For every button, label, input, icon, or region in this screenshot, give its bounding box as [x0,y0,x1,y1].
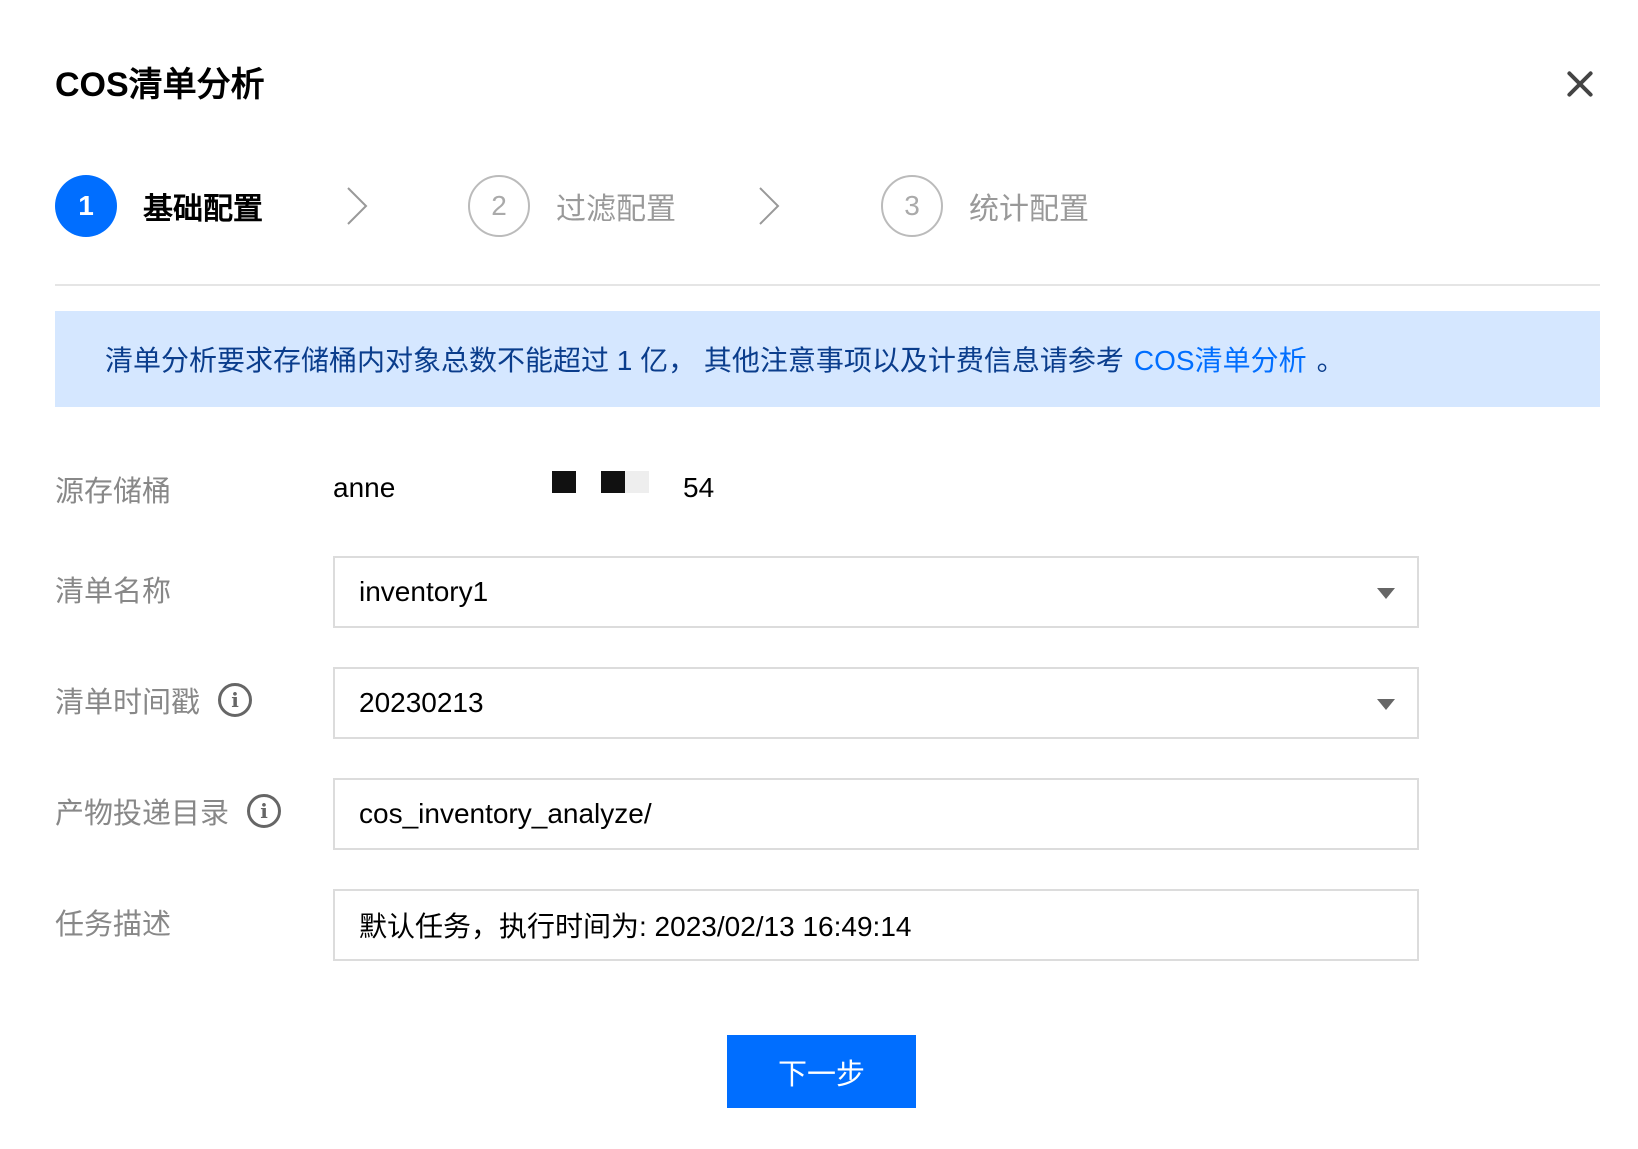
task-desc-value: 默认任务，执行时间为: 2023/02/13 16:49:14 [359,911,912,942]
step-1-label: 基础配置 [143,193,263,226]
source-bucket-label: 源存储桶 [55,476,172,508]
inventory-timestamp-select[interactable]: 20230213 [333,667,1419,739]
row-source-bucket: 源存储桶 anne 54 [55,468,1600,508]
inventory-name-label: 清单名称 [55,576,172,608]
inventory-timestamp-value: 20230213 [359,687,484,718]
steps-bar: 1 基础配置 2 过滤配置 3 统计配置 [55,174,1600,238]
step-3-number: 3 [881,175,943,237]
inventory-name-select[interactable]: inventory1 [333,556,1419,628]
redaction-mark [625,471,649,493]
dialog-title: COS清单分析 [55,66,265,104]
task-desc-label: 任务描述 [55,909,172,941]
next-step-button[interactable]: 下一步 [727,1035,916,1108]
info-icon[interactable]: i [247,794,282,828]
row-output-dir: 产物投递目录 i cos_inventory_analyze/ [55,778,1600,850]
step-2-number: 2 [468,175,530,237]
step-1-number: 1 [55,175,117,237]
close-icon[interactable] [1560,64,1600,104]
notice-text: 清单分析要求存储桶内对象总数不能超过 1 亿， 其他注意事项以及计费信息请参考 [105,345,1124,376]
notice-link[interactable]: COS清单分析 [1134,339,1307,379]
header-divider [55,284,1600,286]
info-icon[interactable]: i [218,683,253,717]
step-3-label: 统计配置 [969,193,1089,226]
row-task-desc: 任务描述 默认任务，执行时间为: 2023/02/13 16:49:14 [55,889,1600,961]
chevron-down-icon [1377,699,1395,710]
task-desc-input[interactable]: 默认任务，执行时间为: 2023/02/13 16:49:14 [333,889,1419,961]
step-basic-config[interactable]: 1 基础配置 [55,174,263,238]
row-inventory-name: 清单名称 inventory1 [55,556,1600,628]
chevron-down-icon [1377,588,1395,599]
step-2-label: 过滤配置 [556,193,676,226]
chevron-right-icon [759,187,780,225]
row-inventory-timestamp: 清单时间戳 i 20230213 [55,667,1600,739]
notice-tail: 。 [1316,345,1345,376]
source-bucket-value-end: 54 [683,472,715,503]
step-filter-config[interactable]: 2 过滤配置 [468,174,676,238]
source-bucket-value-start: anne [333,472,396,503]
notice-banner: 清单分析要求存储桶内对象总数不能超过 1 亿， 其他注意事项以及计费信息请参考 … [55,311,1600,407]
inventory-name-value: inventory1 [359,576,489,607]
inventory-timestamp-label: 清单时间戳 [55,687,201,719]
redaction-mark [552,471,576,493]
cos-inventory-dialog: COS清单分析 1 基础配置 2 过滤配置 3 统计配置 清单分析要求存储桶内对… [0,0,1638,1149]
step-stats-config[interactable]: 3 统计配置 [881,174,1089,238]
output-dir-label: 产物投递目录 [55,798,230,830]
redaction-mark [601,471,625,493]
output-dir-value: cos_inventory_analyze/ [359,798,652,829]
inventory-timestamp-label-group: 清单时间戳 i [55,679,253,721]
chevron-right-icon [347,187,368,225]
output-dir-input[interactable]: cos_inventory_analyze/ [333,778,1419,850]
output-dir-label-group: 产物投递目录 i [55,790,282,832]
